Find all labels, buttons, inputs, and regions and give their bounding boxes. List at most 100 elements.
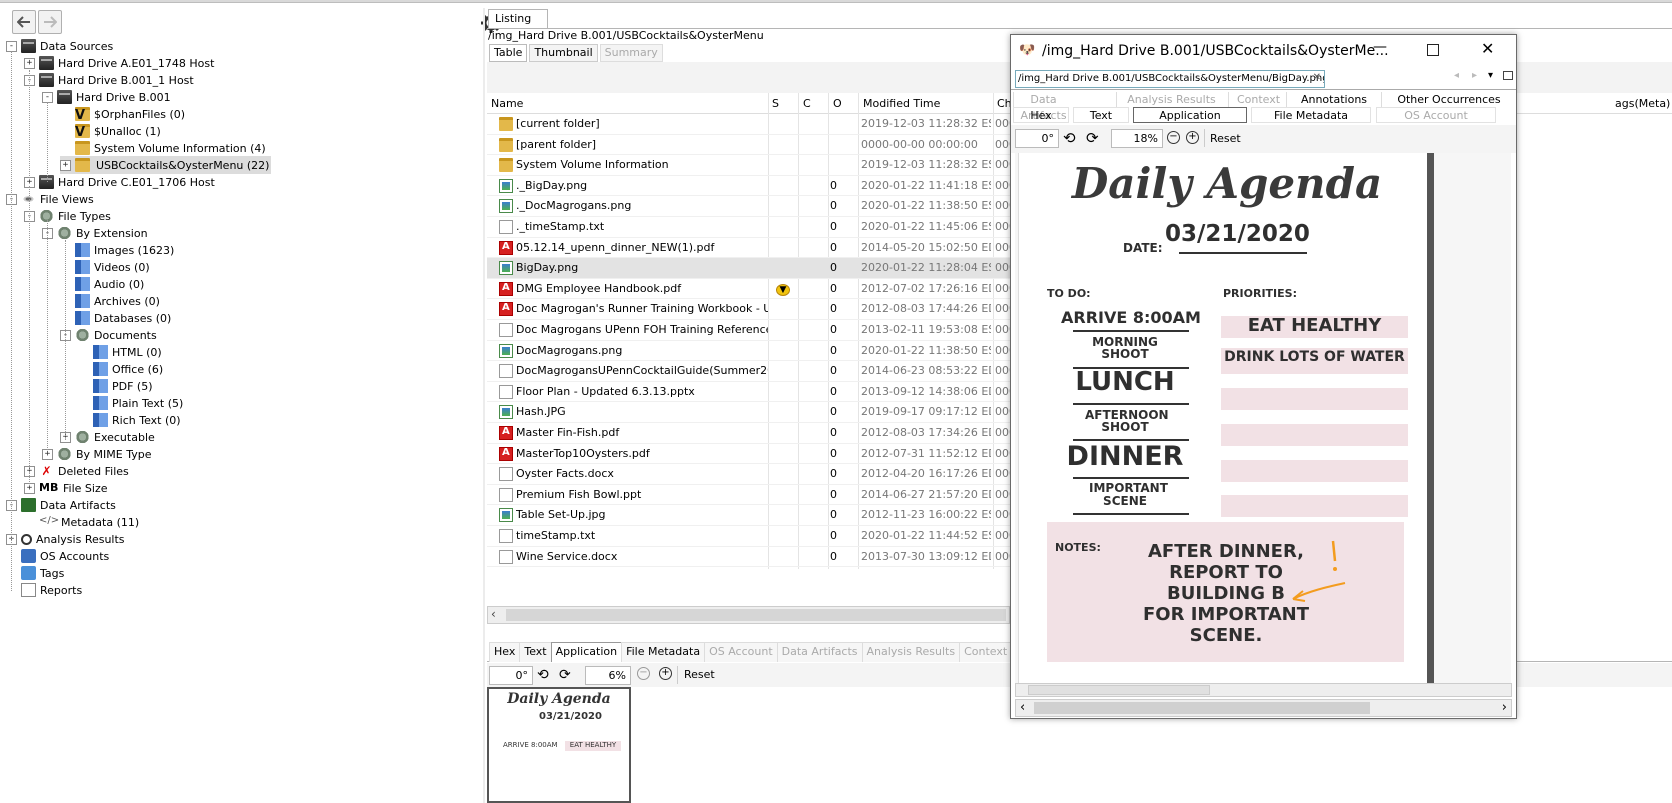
bottom-tab-os-account[interactable]: OS Account — [704, 642, 778, 662]
popup-tab-text[interactable]: Text — [1073, 107, 1129, 123]
column-o[interactable]: O — [833, 97, 842, 110]
tree-item-html[interactable]: HTML (0) — [93, 343, 162, 361]
tab-maximize-icon[interactable] — [1503, 71, 1513, 80]
expand-icon[interactable]: + — [24, 57, 35, 69]
column-c[interactable]: C — [803, 97, 811, 110]
tree-item-unalloc[interactable]: $Unalloc (1) — [75, 122, 161, 140]
scrollbar-thumb[interactable] — [1028, 685, 1210, 695]
tree-item-hard-drive-b[interactable]: - Hard Drive B.001 — [42, 88, 171, 106]
close-button[interactable]: ✕ — [1481, 39, 1494, 58]
tab-list-icon[interactable]: ▾ — [1488, 70, 1493, 81]
rotate-right-icon[interactable]: ⟳ — [559, 667, 571, 683]
expand-icon[interactable]: + — [42, 448, 53, 460]
tree-item-images[interactable]: Images (1623) — [75, 241, 174, 259]
maximize-button[interactable] — [1427, 44, 1439, 56]
column-modified-time[interactable]: Modified Time — [863, 97, 940, 110]
tree-item-by-mime-type[interactable]: + By MIME Type — [42, 445, 152, 463]
popup-rotate-right-icon[interactable]: ⟳ — [1086, 129, 1099, 147]
bottom-tab-hex[interactable]: Hex — [489, 642, 521, 662]
tab-table[interactable]: Table — [489, 44, 528, 62]
tab-thumbnail[interactable]: Thumbnail — [529, 44, 598, 62]
tree-item-audio[interactable]: Audio (0) — [75, 275, 144, 293]
tree-item-data-artifacts[interactable]: - Data Artifacts — [6, 496, 116, 514]
tree-item-tags[interactable]: Tags — [21, 564, 64, 582]
tree-item-videos[interactable]: Videos (0) — [75, 258, 150, 276]
scrollbar-thumb[interactable] — [1034, 702, 1370, 714]
tree-item-archives[interactable]: Archives (0) — [75, 292, 160, 310]
column-name[interactable]: Name — [491, 97, 523, 110]
scrollbar-thumb[interactable] — [506, 609, 1006, 621]
collapse-icon[interactable]: - — [42, 91, 53, 103]
tree-item-host-a[interactable]: + Hard Drive A.E01_1748 Host — [24, 54, 214, 72]
rotation-field[interactable]: 0° — [489, 666, 533, 685]
horizontal-scrollbar[interactable]: ‹ — [487, 606, 1010, 624]
tree-item-plain-text[interactable]: Plain Text (5) — [93, 394, 183, 412]
popup-rotation-field[interactable]: 0° — [1015, 129, 1059, 148]
tree-item-file-views[interactable]: - File Views — [6, 190, 94, 208]
popup-tab-context[interactable]: Context — [1228, 92, 1288, 108]
bottom-tab-text[interactable]: Text — [519, 642, 552, 662]
tab-scroll-right-icon[interactable]: ▸ — [1472, 70, 1477, 81]
tree-item-os-accounts[interactable]: OS Accounts — [21, 547, 109, 565]
tree-item-host-b[interactable]: - Hard Drive B.001_1 Host — [24, 71, 194, 89]
tree-item-office[interactable]: Office (6) — [93, 360, 163, 378]
back-button[interactable] — [12, 10, 36, 34]
document-tab[interactable]: /img_Hard Drive B.001/USBCocktails&Oyste… — [1015, 70, 1325, 88]
bottom-tab-application[interactable]: Application — [550, 642, 623, 662]
column-flags-meta[interactable]: ags(Meta) — [1615, 97, 1670, 110]
minimize-button[interactable]: — — [1373, 39, 1387, 55]
tree-item-executable[interactable]: + Executable — [60, 428, 155, 446]
tab-summary[interactable]: Summary — [599, 44, 663, 62]
popup-zoom-out-icon[interactable]: − — [1167, 131, 1180, 144]
tree-item-by-extension[interactable]: - By Extension — [42, 224, 148, 242]
popup-tab-annotations[interactable]: Annotations — [1286, 92, 1381, 108]
bottom-tab-context[interactable]: Context — [959, 642, 1013, 662]
tree-item-deleted-files[interactable]: + ✗ Deleted Files — [24, 462, 129, 480]
tree-item-databases[interactable]: Databases (0) — [75, 309, 171, 327]
tree-item-metadata[interactable]: </> Metadata (11) — [39, 513, 139, 531]
tree-item-usbcocktails-folder[interactable]: + USBCocktails&OysterMenu (22) — [60, 156, 272, 174]
scroll-left-icon[interactable]: ‹ — [1020, 700, 1025, 715]
tab-scroll-left-icon[interactable]: ◂ — [1454, 70, 1459, 81]
scroll-right-icon[interactable]: › — [1502, 700, 1507, 715]
tree-item-rich-text[interactable]: Rich Text (0) — [93, 411, 181, 429]
bottom-tab-analysis-results[interactable]: Analysis Results — [861, 642, 961, 662]
tree-item-orphan-files[interactable]: $OrphanFiles (0) — [75, 105, 185, 123]
bottom-tab-data-artifacts[interactable]: Data Artifacts — [776, 642, 863, 662]
scroll-left-icon[interactable]: ‹ — [491, 607, 496, 621]
popup-tab-analysis-results[interactable]: Analysis Results — [1116, 92, 1226, 108]
tree-item-pdf[interactable]: PDF (5) — [93, 377, 153, 395]
collapse-icon[interactable]: - — [6, 40, 17, 52]
popup-scrollbar[interactable]: ‹ › — [1015, 699, 1512, 717]
popup-tab-hex[interactable]: Hex — [1013, 107, 1069, 123]
tree-item-reports[interactable]: Reports — [21, 581, 82, 599]
popup-rotate-left-icon[interactable]: ⟲ — [1063, 129, 1076, 147]
pane-divider[interactable] — [483, 8, 485, 803]
tree-item-file-size[interactable]: + MB File Size — [24, 479, 107, 497]
popup-tab-data-artifacts[interactable]: Data Artifacts — [1013, 92, 1073, 122]
popup-reset-button[interactable]: Reset — [1210, 132, 1241, 145]
zoom-out-icon[interactable]: − — [637, 667, 650, 680]
popup-tab-os-account[interactable]: OS Account — [1376, 107, 1496, 123]
popup-tab-other-occurrences[interactable]: Other Occurrences — [1381, 92, 1516, 108]
tree-item-data-sources[interactable]: - Data Sources — [6, 37, 113, 55]
expand-icon[interactable]: + — [60, 159, 71, 171]
column-s[interactable]: S — [772, 97, 779, 110]
zoom-in-icon[interactable]: + — [659, 667, 672, 680]
popup-zoom-in-icon[interactable]: + — [1186, 131, 1199, 144]
tab-listing[interactable]: Listing — [488, 9, 548, 29]
tree-item-host-c[interactable]: + Hard Drive C.E01_1706 Host — [24, 173, 215, 191]
tree-item-system-volume-information[interactable]: System Volume Information (4) — [75, 139, 266, 157]
close-tab-icon[interactable]: ✕ — [1313, 72, 1321, 83]
reset-button[interactable]: Reset — [684, 668, 715, 681]
popup-tab-application[interactable]: Application — [1133, 107, 1247, 123]
rotate-left-icon[interactable]: ⟲ — [537, 667, 549, 683]
tree-item-documents[interactable]: - Documents — [60, 326, 157, 344]
popup-tab-file-metadata[interactable]: File Metadata — [1251, 107, 1371, 123]
zoom-field[interactable]: 6% — [585, 666, 631, 685]
popup-zoom-field[interactable]: 18% — [1111, 129, 1163, 148]
bottom-tab-file-metadata[interactable]: File Metadata — [621, 642, 706, 662]
popup-inner-scrollbar[interactable] — [1015, 683, 1512, 697]
tree-item-analysis-results[interactable]: + Analysis Results — [6, 530, 125, 548]
tree-item-file-types[interactable]: - File Types — [24, 207, 111, 225]
